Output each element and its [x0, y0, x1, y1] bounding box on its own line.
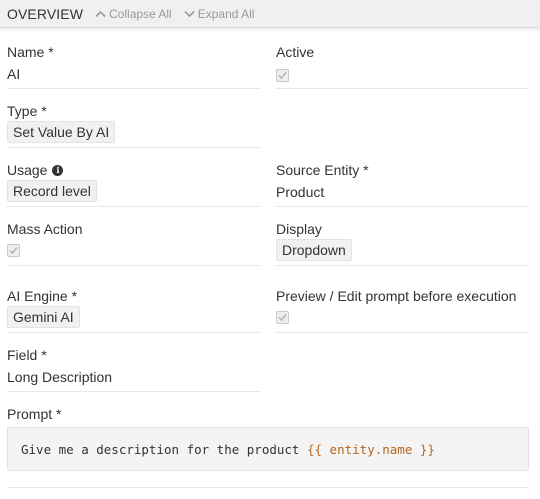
field-value: Long Description — [7, 369, 113, 385]
name-field: Name * AI — [7, 43, 54, 83]
divider — [7, 391, 260, 392]
source-entity-field: Source Entity * Product — [276, 161, 369, 201]
collapse-all-label: Collapse All — [109, 6, 172, 21]
prompt-field: Prompt * — [7, 405, 61, 423]
mass-action-checkbox[interactable] — [7, 243, 20, 257]
section-title: OVERVIEW — [7, 5, 84, 22]
mass-action-field: Mass Action — [7, 220, 82, 259]
checkmark-icon — [278, 313, 287, 321]
source-entity-value: Product — [276, 184, 325, 200]
divider — [276, 332, 529, 333]
chevron-down-icon — [184, 10, 195, 17]
divider — [7, 487, 529, 488]
usage-label: Usage — [7, 162, 48, 178]
info-icon[interactable]: i — [52, 164, 64, 176]
chevron-up-icon — [95, 10, 106, 17]
divider — [7, 88, 260, 89]
divider — [276, 206, 529, 207]
prompt-text: Give me a description for the product — [21, 441, 307, 457]
field-label: Field * — [7, 347, 47, 363]
divider — [7, 332, 260, 333]
checkmark-icon — [278, 71, 287, 79]
divider — [7, 147, 260, 148]
ai-engine-field: AI Engine * Gemini AI — [7, 287, 80, 328]
mass-action-label: Mass Action — [7, 221, 83, 237]
collapse-all-button[interactable]: Collapse All — [95, 7, 172, 21]
divider — [7, 206, 260, 207]
name-label: Name * — [7, 44, 54, 60]
name-value: AI — [7, 66, 21, 82]
usage-value: Record level — [7, 180, 97, 202]
active-field: Active — [276, 43, 314, 84]
divider — [276, 88, 529, 89]
source-entity-label: Source Entity * — [276, 162, 369, 178]
prompt-label: Prompt * — [7, 406, 62, 422]
checkmark-icon — [9, 246, 18, 254]
preview-checkbox[interactable] — [276, 310, 289, 324]
prompt-template-variable: {{ entity.name }} — [306, 441, 435, 457]
expand-all-label: Expand All — [197, 6, 255, 21]
overview-header: OVERVIEW Collapse All Expand All — [0, 0, 540, 28]
display-field: Display Dropdown — [276, 220, 352, 261]
preview-field: Preview / Edit prompt before execution — [276, 287, 516, 326]
type-field: Type * Set Value By AI — [7, 102, 116, 143]
divider — [276, 265, 529, 266]
active-label: Active — [276, 44, 315, 60]
prompt-code-box: Give me a description for the product {{… — [7, 427, 529, 471]
type-value: Set Value By AI — [7, 121, 116, 143]
type-label: Type * — [7, 103, 47, 119]
expand-all-button[interactable]: Expand All — [184, 6, 255, 21]
field-field: Field * Long Description — [7, 346, 112, 386]
ai-engine-label: AI Engine * — [7, 288, 78, 304]
ai-engine-value: Gemini AI — [7, 306, 80, 328]
display-value: Dropdown — [276, 239, 352, 261]
divider — [7, 265, 260, 266]
usage-field: Usage i Record level — [7, 161, 97, 202]
preview-label: Preview / Edit prompt before execution — [276, 288, 517, 304]
active-checkbox[interactable] — [276, 68, 289, 82]
display-label: Display — [276, 221, 322, 237]
